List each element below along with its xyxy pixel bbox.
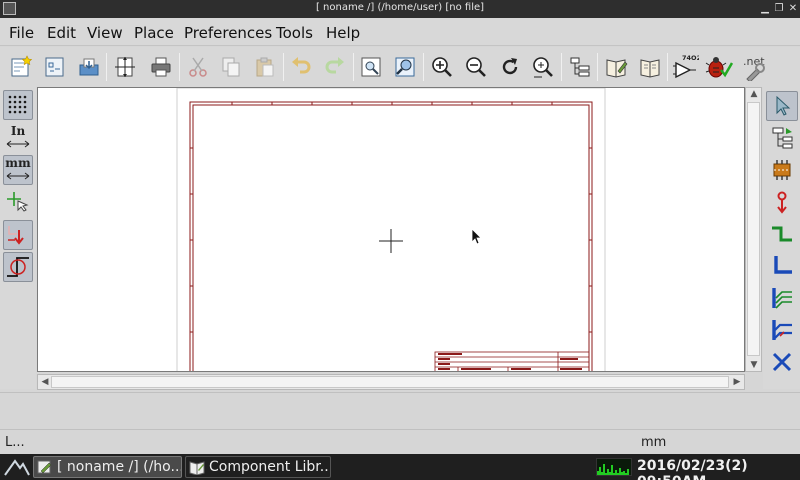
wire-orientation-icon[interactable]	[3, 252, 33, 282]
bus-to-bus-entry-icon[interactable]	[766, 315, 798, 345]
menu-view[interactable]: View	[87, 24, 123, 42]
zoom-out-icon[interactable]	[461, 52, 491, 82]
redo-icon[interactable]	[320, 52, 350, 82]
zoom-in-icon[interactable]	[427, 52, 457, 82]
hierarchy-icon[interactable]	[565, 52, 595, 82]
print-icon[interactable]	[146, 52, 176, 82]
scroll-up-icon[interactable]: ▲	[748, 89, 760, 99]
scroll-left-icon[interactable]: ◀	[40, 377, 50, 387]
menu-preferences[interactable]: Preferences	[184, 24, 272, 42]
cut-icon[interactable]	[183, 52, 213, 82]
wire-to-bus-entry-icon[interactable]	[766, 283, 798, 313]
close-icon[interactable]: ✕	[787, 2, 799, 15]
net-text: .net	[743, 55, 765, 68]
grid-icon[interactable]	[3, 90, 33, 120]
eeschema-task-icon	[37, 460, 52, 474]
window-title: [ noname /] (/home/user) [no file]	[315, 2, 485, 13]
toolbar-separator	[353, 53, 354, 81]
netlist-chip-text: 74O2	[682, 54, 699, 62]
maximize-icon[interactable]: ❐	[773, 2, 785, 15]
inches-label: In	[10, 123, 26, 138]
new-project-icon[interactable]	[40, 52, 70, 82]
schematic-sheet	[176, 88, 606, 371]
menu-edit[interactable]: Edit	[47, 24, 76, 42]
hidden-pins-icon[interactable]	[3, 220, 33, 250]
add-bus-icon[interactable]	[766, 251, 798, 281]
cursor-shape-icon[interactable]	[3, 188, 33, 218]
page-settings-icon[interactable]	[110, 52, 140, 82]
vertical-scrollbar[interactable]: ▲ ▼	[745, 87, 762, 372]
add-wire-icon[interactable]	[766, 219, 798, 249]
minimize-icon[interactable]: ▁	[759, 2, 771, 15]
title-bar: [ noname /] (/home/user) [no file] ▁ ❐ ✕	[0, 0, 800, 18]
main-toolbar: 74O2 .net	[0, 47, 800, 87]
copy-icon[interactable]	[216, 52, 246, 82]
toolbar-separator	[561, 53, 562, 81]
horizontal-scrollbar[interactable]: ◀ ▶	[37, 374, 745, 390]
mm-units-icon[interactable]: mm	[3, 155, 33, 185]
library-browser-icon[interactable]	[635, 52, 665, 82]
start-menu-icon[interactable]	[4, 457, 30, 477]
taskbar-clock: 2016/02/23(2) 09:50AM	[637, 458, 748, 480]
toolbar-separator	[283, 53, 284, 81]
paste-icon[interactable]	[250, 52, 280, 82]
find-icon[interactable]	[356, 52, 386, 82]
horizontal-scroll-thumb[interactable]	[51, 376, 729, 388]
cpu-monitor-graph	[596, 458, 632, 476]
no-connect-icon[interactable]	[766, 347, 798, 377]
inches-units-icon[interactable]: In	[3, 123, 33, 153]
left-toolbar: In mm	[0, 87, 36, 389]
task-component-library[interactable]: Component Libr...	[185, 456, 331, 478]
menu-place[interactable]: Place	[134, 24, 174, 42]
netlist-icon[interactable]: 74O2	[671, 52, 701, 82]
toolbar-separator	[106, 53, 107, 81]
taskbar: [ noname /] (/ho... Component Libr... 20…	[0, 454, 800, 480]
toolbar-separator	[667, 53, 668, 81]
menu-tools[interactable]: Tools	[276, 24, 313, 42]
select-arrow-icon[interactable]	[766, 91, 798, 121]
schematic-canvas[interactable]	[37, 87, 745, 372]
open-icon[interactable]	[74, 52, 104, 82]
library-editor-icon[interactable]	[601, 52, 631, 82]
task-label: Component Libr...	[209, 459, 331, 475]
mm-label: mm	[5, 155, 31, 170]
hierarchy-navigate-icon[interactable]	[766, 123, 798, 153]
toolbar-separator	[423, 53, 424, 81]
redraw-icon[interactable]	[495, 52, 525, 82]
toolbar-separator	[179, 53, 180, 81]
new-sheet-icon[interactable]	[6, 52, 36, 82]
scroll-down-icon[interactable]: ▼	[748, 360, 760, 370]
undo-icon[interactable]	[286, 52, 316, 82]
task-eeschema[interactable]: [ noname /] (/ho...	[33, 456, 182, 478]
toolbar-separator	[597, 53, 598, 81]
add-component-icon[interactable]	[766, 155, 798, 185]
scroll-right-icon[interactable]: ▶	[732, 377, 742, 387]
status-bar: L... mm	[0, 431, 800, 453]
task-label: [ noname /] (/ho...	[57, 459, 182, 475]
library-task-icon	[189, 461, 205, 475]
zoom-fit-icon[interactable]	[528, 52, 558, 82]
status-message: L...	[5, 435, 25, 450]
menu-bar: File Edit View Place Preferences Tools H…	[0, 18, 800, 46]
bom-icon[interactable]: .net	[738, 52, 768, 82]
status-units: mm	[641, 435, 667, 450]
erc-icon[interactable]	[704, 52, 734, 82]
add-power-icon[interactable]	[766, 187, 798, 217]
vertical-scroll-thumb[interactable]	[747, 102, 760, 356]
message-panel	[0, 392, 800, 430]
right-toolbar	[763, 87, 800, 389]
find-replace-icon[interactable]	[390, 52, 420, 82]
menu-file[interactable]: File	[9, 24, 34, 42]
menu-help[interactable]: Help	[326, 24, 360, 42]
